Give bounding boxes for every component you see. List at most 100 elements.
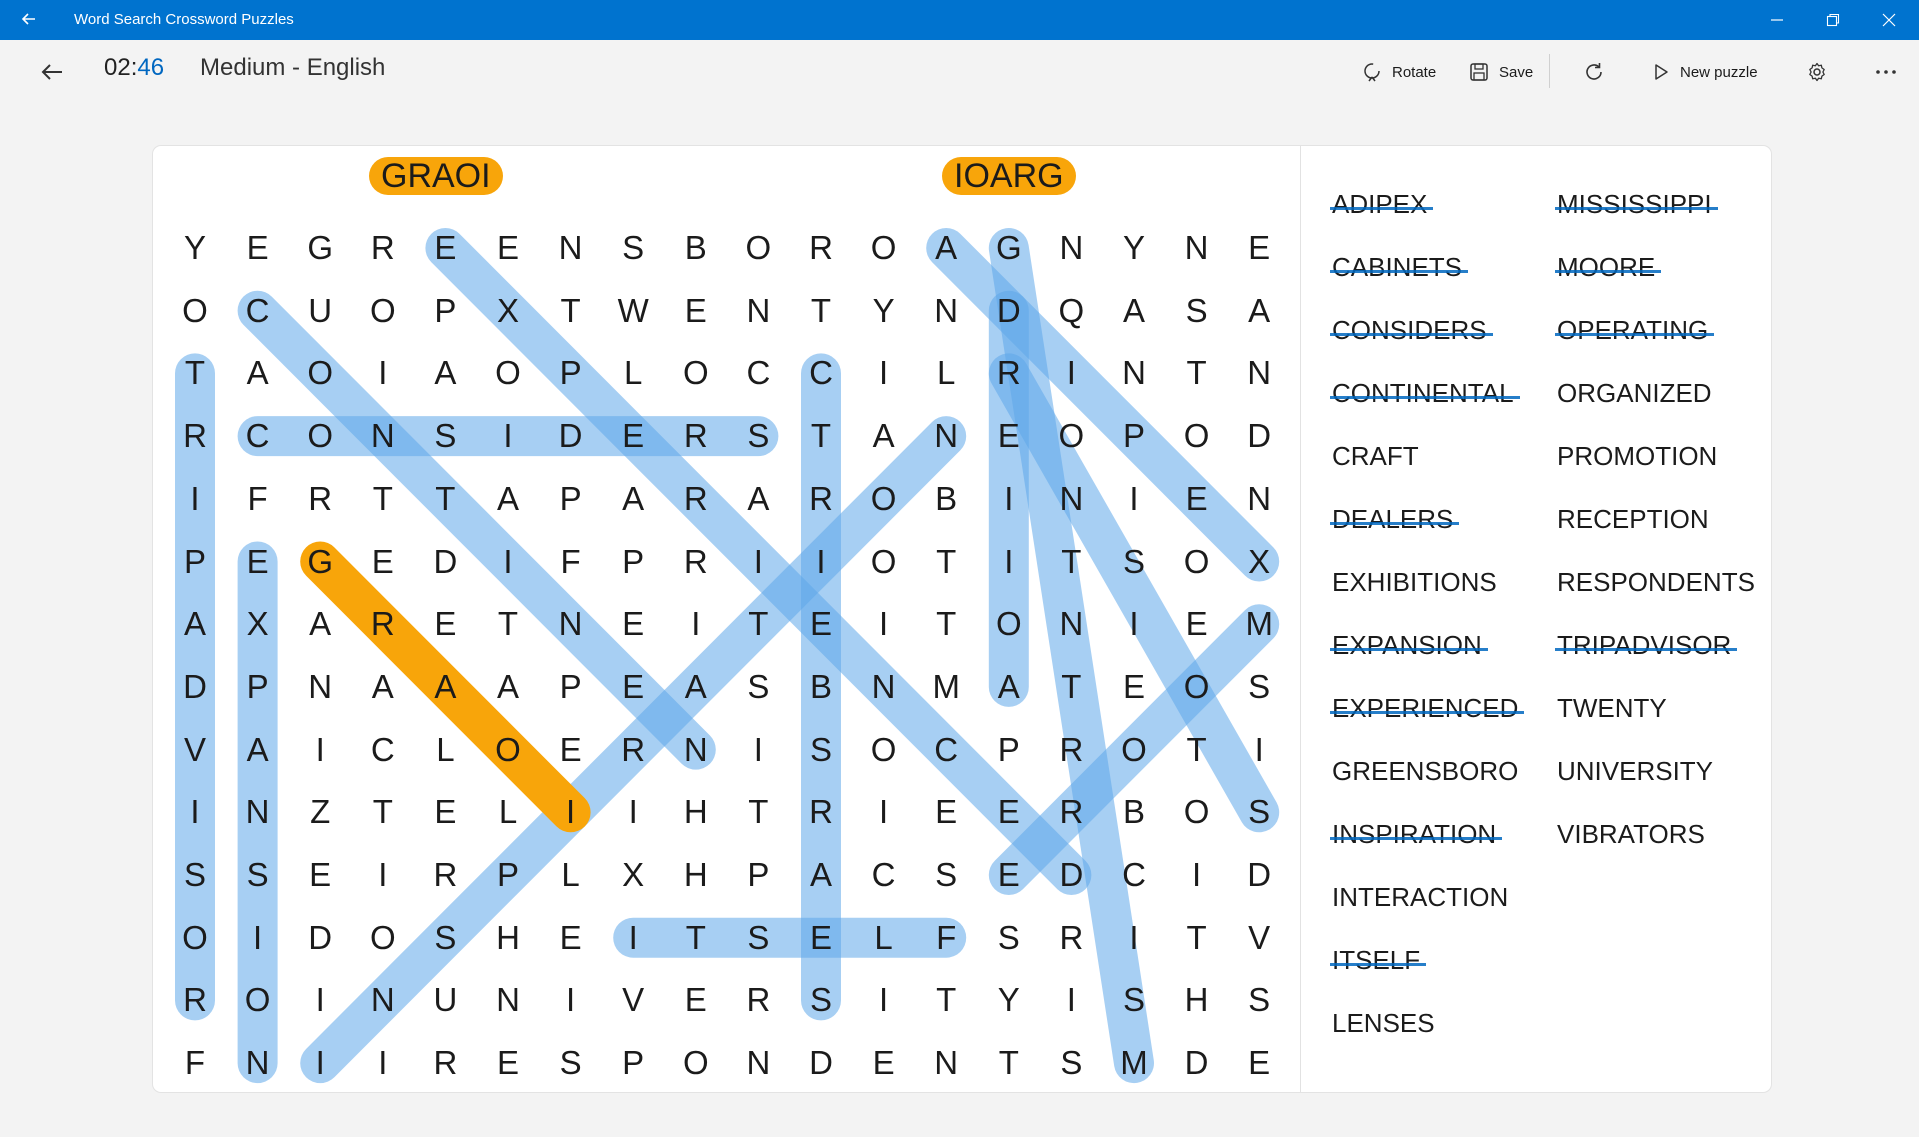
grid-cell[interactable]: M bbox=[916, 657, 976, 717]
grid-cell[interactable]: E bbox=[791, 594, 851, 654]
grid-cell[interactable]: T bbox=[165, 343, 225, 403]
grid-cell[interactable]: C bbox=[353, 720, 413, 780]
grid-cell[interactable]: A bbox=[854, 406, 914, 466]
grid-cell[interactable]: E bbox=[415, 782, 475, 842]
grid-cell[interactable]: N bbox=[728, 281, 788, 341]
grid-cell[interactable]: Y bbox=[979, 970, 1039, 1030]
grid-cell[interactable]: E bbox=[854, 1033, 914, 1093]
grid-cell[interactable]: L bbox=[603, 343, 663, 403]
grid-cell[interactable]: A bbox=[353, 657, 413, 717]
grid-cell[interactable]: T bbox=[916, 970, 976, 1030]
grid-cell[interactable]: I bbox=[603, 782, 663, 842]
grid-cell[interactable]: I bbox=[1104, 469, 1164, 529]
grid-cell[interactable]: D bbox=[1041, 845, 1101, 905]
grid-cell[interactable]: E bbox=[228, 532, 288, 592]
grid-cell[interactable]: R bbox=[415, 1033, 475, 1093]
grid-cell[interactable]: V bbox=[165, 720, 225, 780]
grid-cell[interactable]: P bbox=[165, 532, 225, 592]
grid-cell[interactable]: T bbox=[1167, 343, 1227, 403]
grid-cell[interactable]: I bbox=[290, 1033, 350, 1093]
close-window-button[interactable] bbox=[1861, 0, 1917, 40]
grid-cell[interactable]: S bbox=[1104, 970, 1164, 1030]
grid-cell[interactable]: P bbox=[478, 845, 538, 905]
grid-cell[interactable]: A bbox=[228, 343, 288, 403]
grid-cell[interactable]: A bbox=[228, 720, 288, 780]
grid-cell[interactable]: A bbox=[979, 657, 1039, 717]
grid-cell[interactable]: N bbox=[478, 970, 538, 1030]
grid-cell[interactable]: R bbox=[728, 970, 788, 1030]
grid-cell[interactable]: T bbox=[916, 594, 976, 654]
grid-cell[interactable]: P bbox=[415, 281, 475, 341]
grid-cell[interactable]: R bbox=[666, 406, 726, 466]
grid-cell[interactable]: W bbox=[603, 281, 663, 341]
grid-cell[interactable]: E bbox=[415, 594, 475, 654]
grid-cell[interactable]: S bbox=[415, 908, 475, 968]
grid-cell[interactable]: S bbox=[415, 406, 475, 466]
grid-cell[interactable]: P bbox=[541, 343, 601, 403]
rotate-button[interactable]: Rotate bbox=[1361, 58, 1436, 86]
grid-cell[interactable]: E bbox=[1167, 594, 1227, 654]
grid-cell[interactable]: R bbox=[1041, 720, 1101, 780]
grid-cell[interactable]: E bbox=[228, 218, 288, 278]
grid-cell[interactable]: R bbox=[165, 970, 225, 1030]
grid-cell[interactable]: S bbox=[791, 720, 851, 780]
grid-cell[interactable]: S bbox=[1167, 281, 1227, 341]
grid-cell[interactable]: O bbox=[854, 532, 914, 592]
grid-cell[interactable]: D bbox=[290, 908, 350, 968]
grid-cell[interactable]: R bbox=[353, 218, 413, 278]
grid-cell[interactable]: O bbox=[1167, 782, 1227, 842]
grid-cell[interactable]: B bbox=[1104, 782, 1164, 842]
grid-cell[interactable]: E bbox=[916, 782, 976, 842]
grid-cell[interactable]: S bbox=[728, 908, 788, 968]
grid-cell[interactable]: A bbox=[478, 657, 538, 717]
grid-cell[interactable]: O bbox=[478, 720, 538, 780]
grid-cell[interactable]: H bbox=[666, 782, 726, 842]
grid-cell[interactable]: P bbox=[603, 1033, 663, 1093]
grid-cell[interactable]: D bbox=[415, 532, 475, 592]
grid-cell[interactable]: S bbox=[165, 845, 225, 905]
grid-cell[interactable]: L bbox=[415, 720, 475, 780]
grid-cell[interactable]: F bbox=[165, 1033, 225, 1093]
grid-cell[interactable]: P bbox=[541, 657, 601, 717]
grid-cell[interactable]: T bbox=[541, 281, 601, 341]
grid-cell[interactable]: A bbox=[1104, 281, 1164, 341]
grid-cell[interactable]: N bbox=[1041, 218, 1101, 278]
grid-cell[interactable]: L bbox=[478, 782, 538, 842]
grid-cell[interactable]: A bbox=[728, 469, 788, 529]
grid-cell[interactable]: R bbox=[979, 343, 1039, 403]
grid-cell[interactable]: S bbox=[1229, 782, 1289, 842]
grid-cell[interactable]: N bbox=[1167, 218, 1227, 278]
grid-cell[interactable]: H bbox=[666, 845, 726, 905]
grid-cell[interactable]: H bbox=[1167, 970, 1227, 1030]
grid-cell[interactable]: O bbox=[1167, 532, 1227, 592]
grid-cell[interactable]: I bbox=[979, 469, 1039, 529]
grid-cell[interactable]: A bbox=[603, 469, 663, 529]
grid-cell[interactable]: C bbox=[728, 343, 788, 403]
grid-cell[interactable]: A bbox=[791, 845, 851, 905]
grid-cell[interactable]: U bbox=[290, 281, 350, 341]
grid-cell[interactable]: L bbox=[916, 343, 976, 403]
grid-cell[interactable]: F bbox=[228, 469, 288, 529]
grid-cell[interactable]: N bbox=[541, 218, 601, 278]
grid-cell[interactable]: E bbox=[603, 594, 663, 654]
grid-cell[interactable]: N bbox=[290, 657, 350, 717]
grid-cell[interactable]: R bbox=[1041, 908, 1101, 968]
grid-cell[interactable]: S bbox=[791, 970, 851, 1030]
grid-cell[interactable]: N bbox=[728, 1033, 788, 1093]
grid-cell[interactable]: Y bbox=[854, 281, 914, 341]
grid-cell[interactable]: P bbox=[728, 845, 788, 905]
grid-cell[interactable]: P bbox=[541, 469, 601, 529]
grid-cell[interactable]: E bbox=[666, 970, 726, 1030]
grid-cell[interactable]: I bbox=[1104, 908, 1164, 968]
grid-cell[interactable]: E bbox=[666, 281, 726, 341]
grid-cell[interactable]: S bbox=[541, 1033, 601, 1093]
grid-cell[interactable]: M bbox=[1229, 594, 1289, 654]
grid-cell[interactable]: S bbox=[228, 845, 288, 905]
grid-cell[interactable]: G bbox=[290, 218, 350, 278]
grid-cell[interactable]: E bbox=[353, 532, 413, 592]
grid-cell[interactable]: E bbox=[979, 782, 1039, 842]
grid-cell[interactable]: I bbox=[353, 845, 413, 905]
grid-cell[interactable]: T bbox=[1167, 720, 1227, 780]
grid-cell[interactable]: D bbox=[165, 657, 225, 717]
grid-cell[interactable]: X bbox=[1229, 532, 1289, 592]
